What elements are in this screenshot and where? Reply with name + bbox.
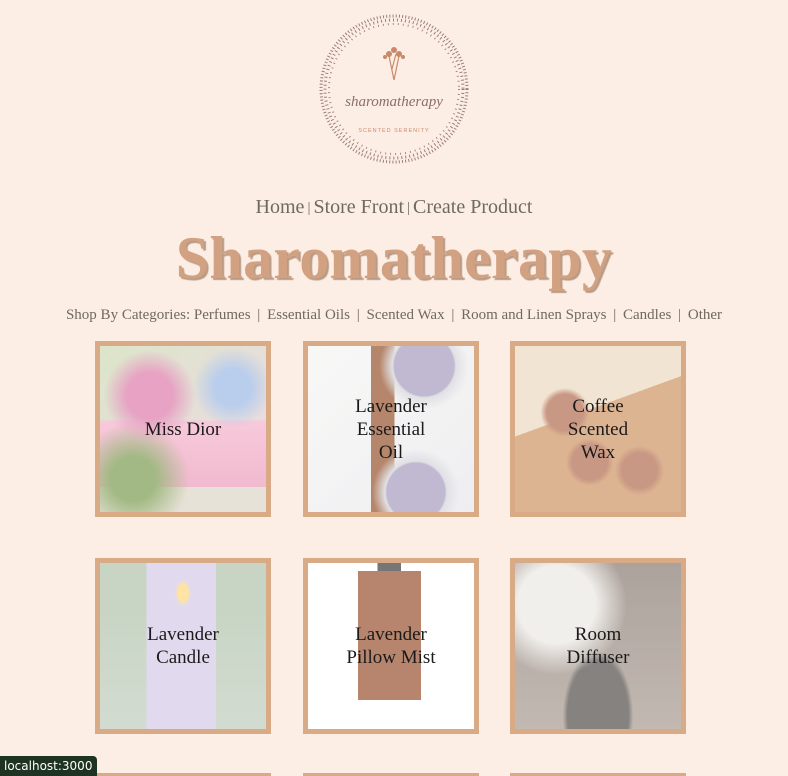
category-separator: | xyxy=(356,307,360,323)
product-card-lavender-essential-oil[interactable]: Lavender Essential Oil xyxy=(303,341,479,517)
page-title: Sharomatherapy xyxy=(175,225,613,291)
brand-logo[interactable]: sharomatherapy SCENTED SERENITY xyxy=(319,14,470,165)
nav-home-link[interactable]: Home xyxy=(256,196,305,218)
category-room-linen-sprays-link[interactable]: Room and Linen Sprays xyxy=(461,307,606,323)
product-title: Coffee Scented Wax xyxy=(567,395,629,463)
top-nav: Home | Store Front | Create Product xyxy=(0,196,788,219)
product-title: Lavender Essential Oil xyxy=(355,395,427,463)
category-other-link[interactable]: Other xyxy=(688,307,722,323)
category-essential-oils-link[interactable]: Essential Oils xyxy=(267,307,350,323)
product-title: Lavender Candle xyxy=(147,624,219,668)
product-title: Lavender Pillow Mist xyxy=(346,624,436,668)
nav-separator: | xyxy=(307,200,311,216)
product-card-lavender-pillow-mist[interactable]: Lavender Pillow Mist xyxy=(303,558,479,734)
category-scented-wax-link[interactable]: Scented Wax xyxy=(367,307,445,323)
category-bar: Shop By Categories: Perfumes | Essential… xyxy=(0,307,788,324)
product-title: Miss Dior xyxy=(144,418,222,440)
status-bar-url: localhost:3000 xyxy=(0,756,98,776)
product-card-room-diffuser[interactable]: Room Diffuser xyxy=(510,558,686,734)
nav-separator: | xyxy=(407,200,411,216)
product-card-miss-dior[interactable]: Miss Dior xyxy=(95,341,271,517)
logo-script-text: sharomatherapy xyxy=(345,94,443,110)
category-perfumes-link[interactable]: Perfumes xyxy=(194,307,251,323)
category-separator: | xyxy=(451,307,455,323)
nav-store-front-link[interactable]: Store Front xyxy=(313,196,404,218)
category-candles-link[interactable]: Candles xyxy=(623,307,671,323)
product-card-lavender-candle[interactable]: Lavender Candle xyxy=(95,558,271,734)
product-card-coffee-scented-wax[interactable]: Coffee Scented Wax xyxy=(510,341,686,517)
category-prefix: Shop By Categories: xyxy=(65,307,191,323)
nav-create-product-link[interactable]: Create Product xyxy=(413,196,532,218)
category-separator: | xyxy=(678,307,682,323)
category-separator: | xyxy=(257,307,261,323)
logo-tagline: SCENTED SERENITY xyxy=(358,128,429,134)
category-separator: | xyxy=(613,307,617,323)
product-title: Room Diffuser xyxy=(566,624,630,668)
